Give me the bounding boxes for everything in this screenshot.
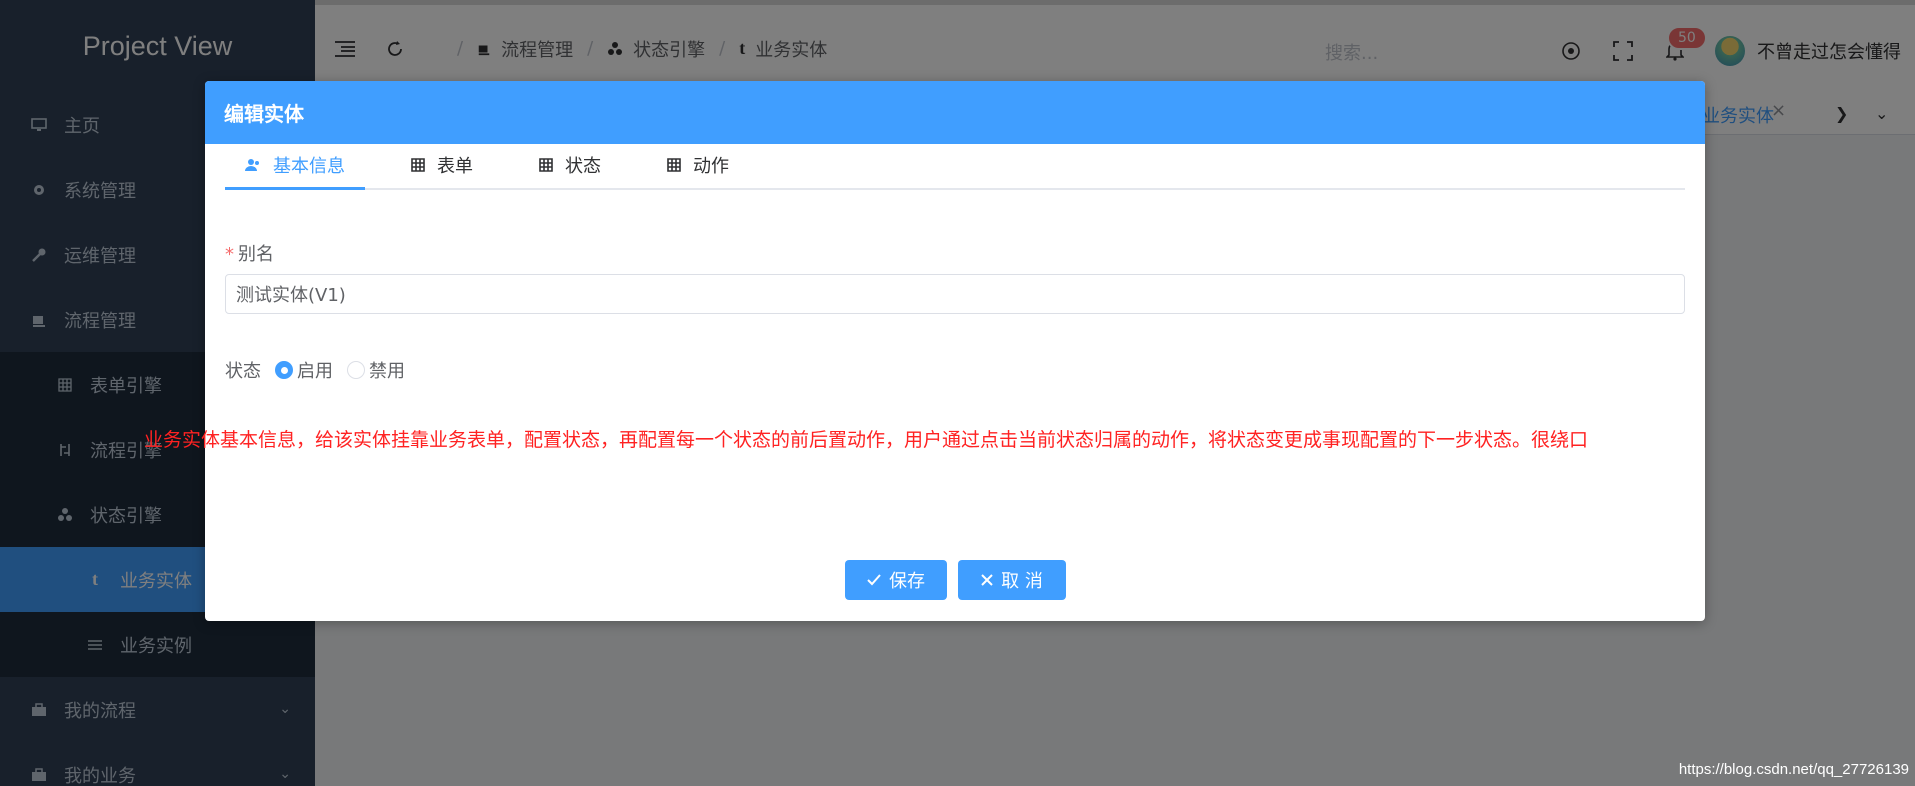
- tab-form[interactable]: 表单: [391, 142, 493, 188]
- users-icon: [245, 158, 261, 172]
- alias-input[interactable]: [225, 274, 1685, 314]
- radio-unchecked-icon: [347, 361, 365, 379]
- required-asterisk: *: [225, 244, 234, 265]
- status-label: 状态: [225, 361, 261, 382]
- tab-label: 表单: [437, 156, 473, 177]
- dialog-tabs: 基本信息 表单 状态 动作: [225, 144, 1685, 190]
- save-button[interactable]: 保存: [845, 560, 947, 600]
- status-radio-enabled[interactable]: 启用: [275, 357, 333, 383]
- radio-checked-icon: [275, 361, 293, 379]
- tab-label: 动作: [693, 156, 729, 177]
- cancel-button[interactable]: 取 消: [958, 560, 1066, 600]
- tab-actions[interactable]: 动作: [647, 142, 749, 188]
- watermark: https://blog.csdn.net/qq_27726139: [1678, 761, 1909, 778]
- alias-label: * 别名: [225, 244, 274, 265]
- table-icon: [411, 158, 425, 172]
- tab-status[interactable]: 状态: [519, 142, 621, 188]
- edit-entity-dialog: 编辑实体 基本信息 表单 状态 动作 *别名 状态 启用 禁用: [205, 81, 1705, 621]
- tab-label: 状态: [565, 156, 601, 177]
- tab-label: 基本信息: [273, 156, 345, 177]
- radio-label: 禁用: [369, 361, 405, 382]
- close-icon: [981, 570, 993, 591]
- tab-basic-info[interactable]: 基本信息: [225, 142, 365, 190]
- annotation-text: 业务实体基本信息，给该实体挂靠业务表单，配置状态，再配置每一个状态的前后置动作，…: [144, 429, 1589, 451]
- table-icon: [539, 158, 553, 172]
- status-field: 状态 启用 禁用: [225, 357, 419, 383]
- check-icon: [867, 570, 881, 591]
- table-icon: [667, 158, 681, 172]
- dialog-title: 编辑实体: [205, 81, 1705, 144]
- status-radio-disabled[interactable]: 禁用: [347, 357, 405, 383]
- radio-label: 启用: [297, 361, 333, 382]
